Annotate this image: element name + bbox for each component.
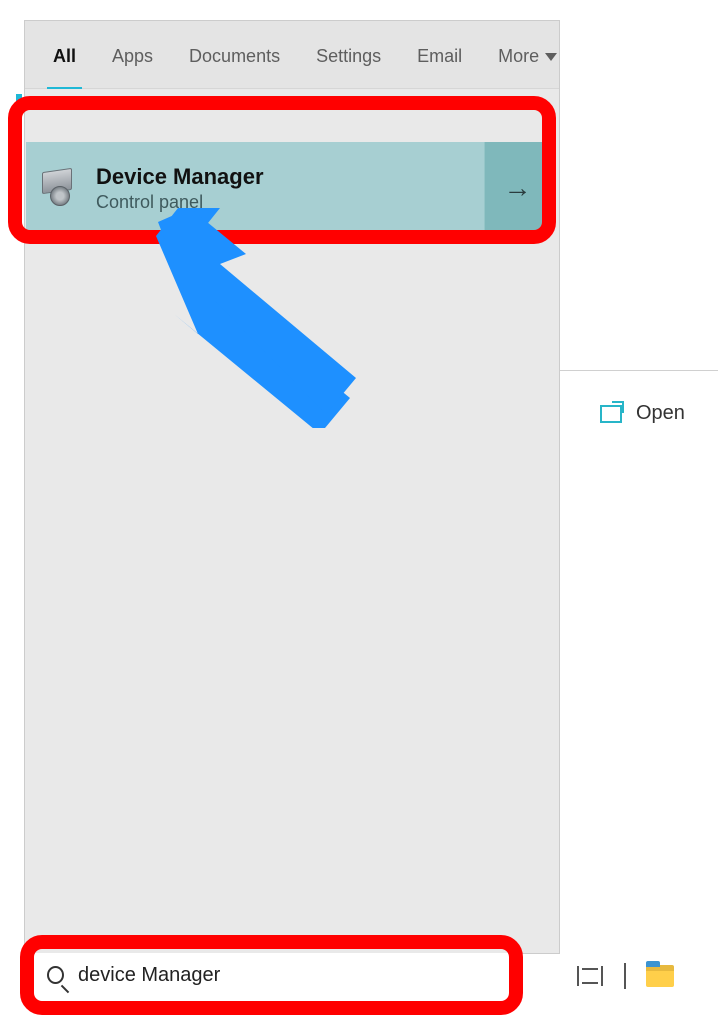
timeline-icon	[577, 966, 603, 986]
search-filter-tabs: All Apps Documents Settings Email More	[25, 21, 559, 89]
taskbar-divider-icon	[624, 963, 626, 989]
result-subtitle: Control panel	[96, 192, 264, 213]
tab-more[interactable]: More	[492, 24, 563, 85]
tab-email[interactable]: Email	[411, 24, 468, 85]
detail-open-label: Open	[636, 402, 685, 425]
window-edge-accent	[16, 94, 22, 112]
tab-apps[interactable]: Apps	[106, 24, 159, 85]
device-manager-icon	[38, 170, 80, 206]
taskbar-icons	[576, 962, 674, 990]
file-explorer-icon	[646, 965, 674, 987]
chevron-down-icon	[545, 53, 557, 61]
tab-settings[interactable]: Settings	[310, 24, 387, 85]
search-popup: All Apps Documents Settings Email More D…	[24, 20, 560, 954]
file-explorer-button[interactable]	[646, 962, 674, 990]
detail-pane-divider	[560, 370, 718, 371]
search-result-device-manager[interactable]: Device Manager Control panel →	[26, 142, 550, 234]
open-icon	[600, 405, 622, 423]
arrow-right-icon: →	[504, 172, 532, 204]
search-input[interactable]	[78, 964, 496, 987]
result-expand-button[interactable]: →	[484, 142, 550, 234]
result-text: Device Manager Control panel	[96, 164, 264, 213]
taskbar-search-box[interactable]	[35, 953, 508, 997]
tab-more-label: More	[498, 46, 539, 67]
tab-documents[interactable]: Documents	[183, 24, 286, 85]
search-icon	[47, 966, 64, 984]
result-title: Device Manager	[96, 164, 264, 190]
task-view-button[interactable]	[576, 962, 604, 990]
search-results-list: Device Manager Control panel →	[25, 89, 559, 953]
detail-action-open[interactable]: Open	[600, 402, 685, 425]
tab-all[interactable]: All	[47, 24, 82, 85]
